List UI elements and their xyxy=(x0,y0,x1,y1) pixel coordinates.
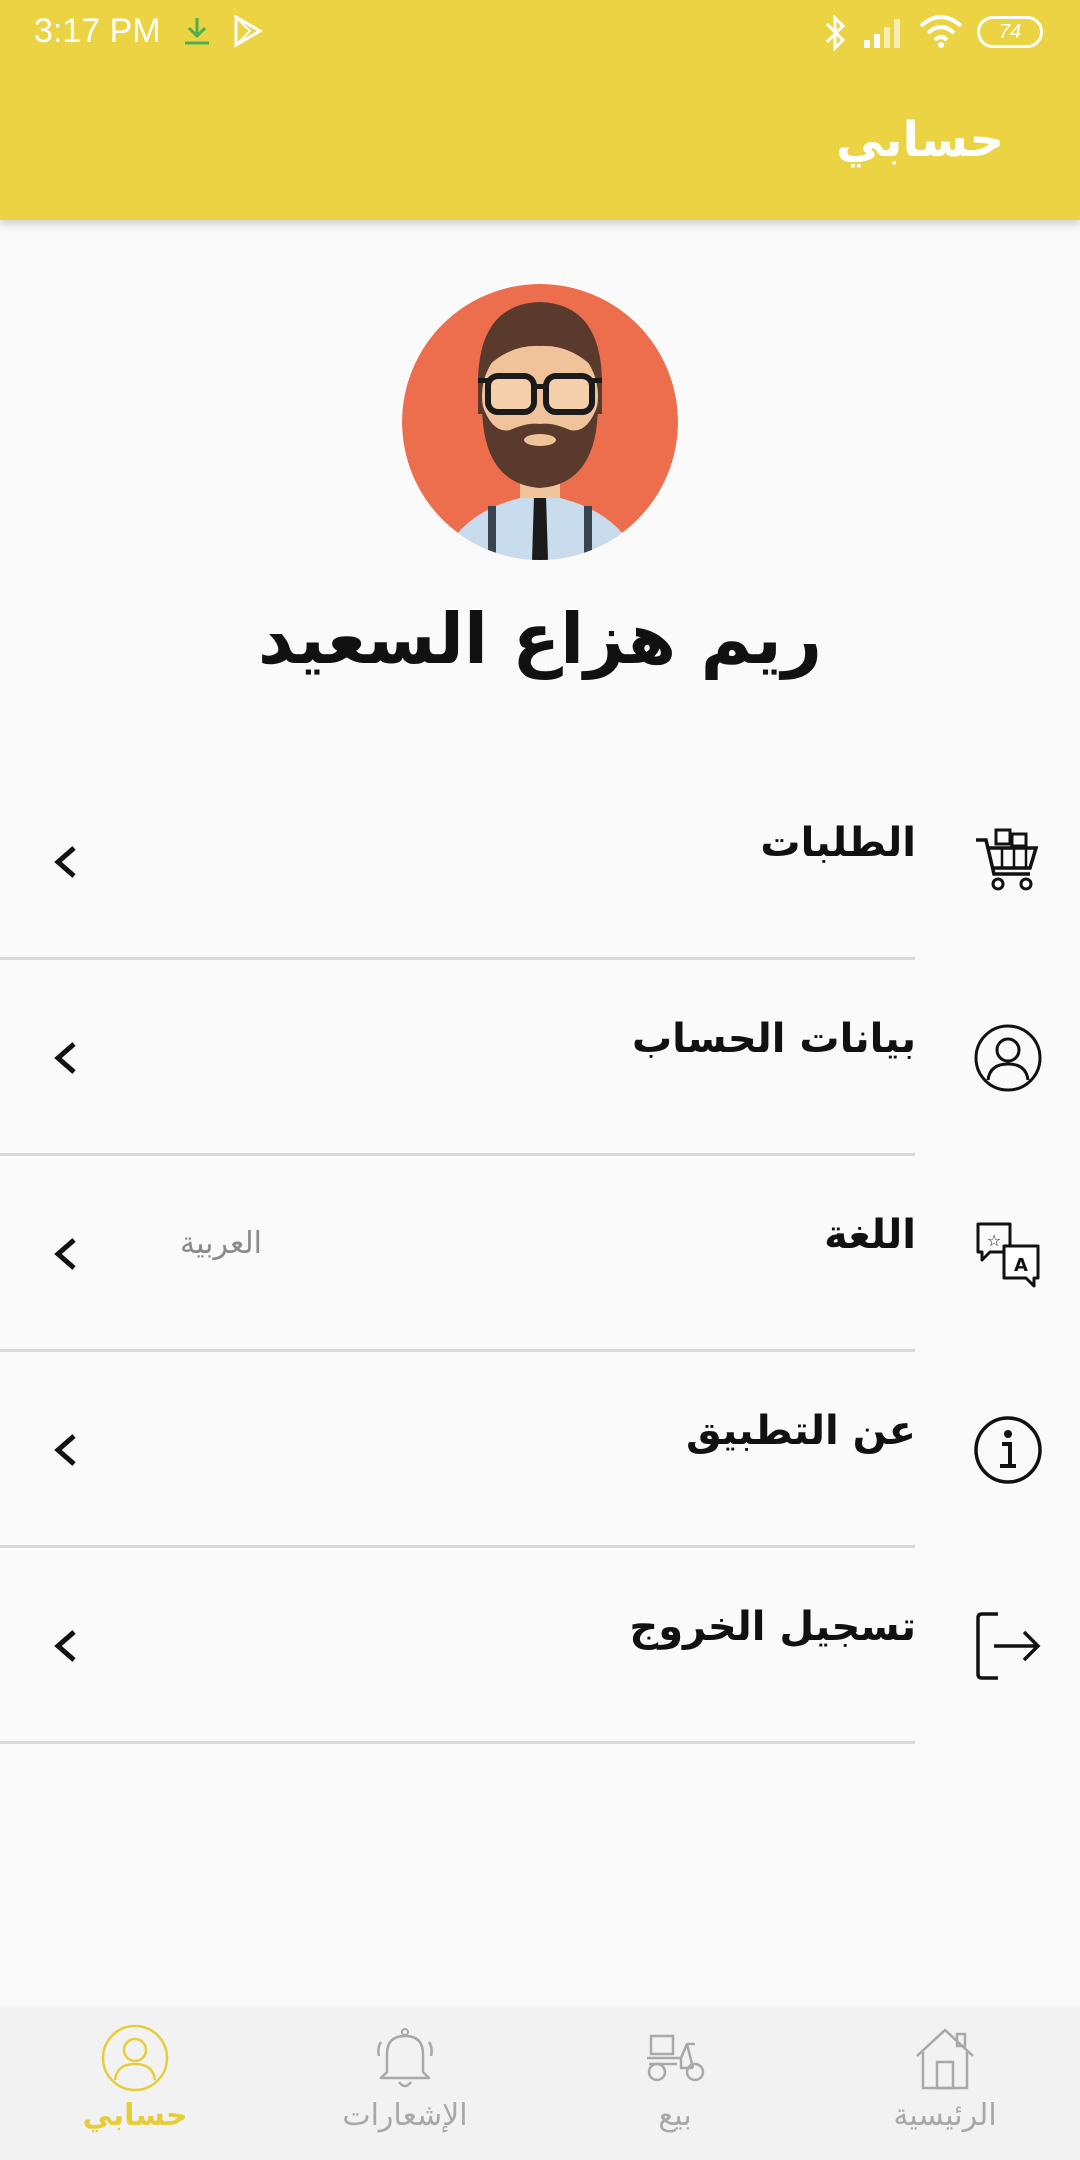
nav-notifications[interactable]: الإشعارات xyxy=(270,2006,540,2160)
logout-icon xyxy=(976,1612,1041,1680)
menu-item-account-data[interactable]: بيانات الحساب xyxy=(0,960,1080,1156)
menu-label: عن التطبيق xyxy=(686,1408,916,1454)
nav-label: الإشعارات xyxy=(342,2098,468,2133)
shopping-cart-icon xyxy=(976,828,1039,891)
chevron-left-icon xyxy=(54,1434,76,1466)
menu-label: تسجيل الخروج xyxy=(629,1604,916,1650)
battery-indicator: 74 xyxy=(977,16,1043,48)
bluetooth-icon xyxy=(825,14,846,52)
chevron-left-icon xyxy=(54,1042,76,1074)
menu-label: بيانات الحساب xyxy=(631,1016,916,1062)
translate-icon: ☆ A xyxy=(976,1222,1040,1288)
divider xyxy=(0,1741,915,1744)
menu-item-about-app[interactable]: عن التطبيق xyxy=(0,1352,1080,1548)
nav-sell[interactable]: بيع xyxy=(540,2006,810,2160)
nav-label: بيع xyxy=(658,2098,692,2133)
page-title: حسابي xyxy=(835,112,1004,168)
chevron-left-icon xyxy=(54,1630,76,1662)
menu-item-orders[interactable]: الطلبات xyxy=(0,764,1080,960)
user-circle-icon xyxy=(974,1024,1042,1092)
status-bar: 3:17 PM 74 xyxy=(0,0,1080,66)
home-icon xyxy=(916,2028,974,2090)
status-time: 3:17 PM xyxy=(34,12,161,50)
bell-icon xyxy=(377,2028,433,2088)
svg-text:A: A xyxy=(1014,1255,1028,1276)
nav-home[interactable]: الرئيسية xyxy=(810,2006,1080,2160)
nav-label: الرئيسية xyxy=(893,2098,997,2133)
signal-icon xyxy=(864,19,900,48)
app-bar: 3:17 PM 74 حسابي xyxy=(0,0,1080,220)
download-icon xyxy=(185,18,209,45)
nav-label: حسابي xyxy=(82,2098,188,2133)
delivery-scooter-icon xyxy=(647,2034,705,2082)
info-icon xyxy=(974,1416,1042,1484)
play-store-icon xyxy=(234,14,263,48)
avatar[interactable] xyxy=(402,284,678,560)
chevron-left-icon xyxy=(54,846,76,878)
user-circle-icon xyxy=(101,2024,169,2092)
menu-label: الطلبات xyxy=(760,820,916,866)
language-value: العربية xyxy=(180,1226,262,1261)
nav-account[interactable]: حسابي xyxy=(0,2006,270,2160)
bottom-nav: حسابي الإشعارات بيع الرئيسية xyxy=(0,2006,1080,2160)
user-name: ريم هزاع السعيد xyxy=(257,598,823,680)
menu-label: اللغة xyxy=(824,1212,916,1258)
menu-item-logout[interactable]: تسجيل الخروج xyxy=(0,1548,1080,1744)
wifi-icon xyxy=(919,15,963,48)
menu-item-language[interactable]: ☆ A اللغة العربية xyxy=(0,1156,1080,1352)
svg-text:☆: ☆ xyxy=(987,1231,1001,1250)
chevron-left-icon xyxy=(54,1238,76,1270)
